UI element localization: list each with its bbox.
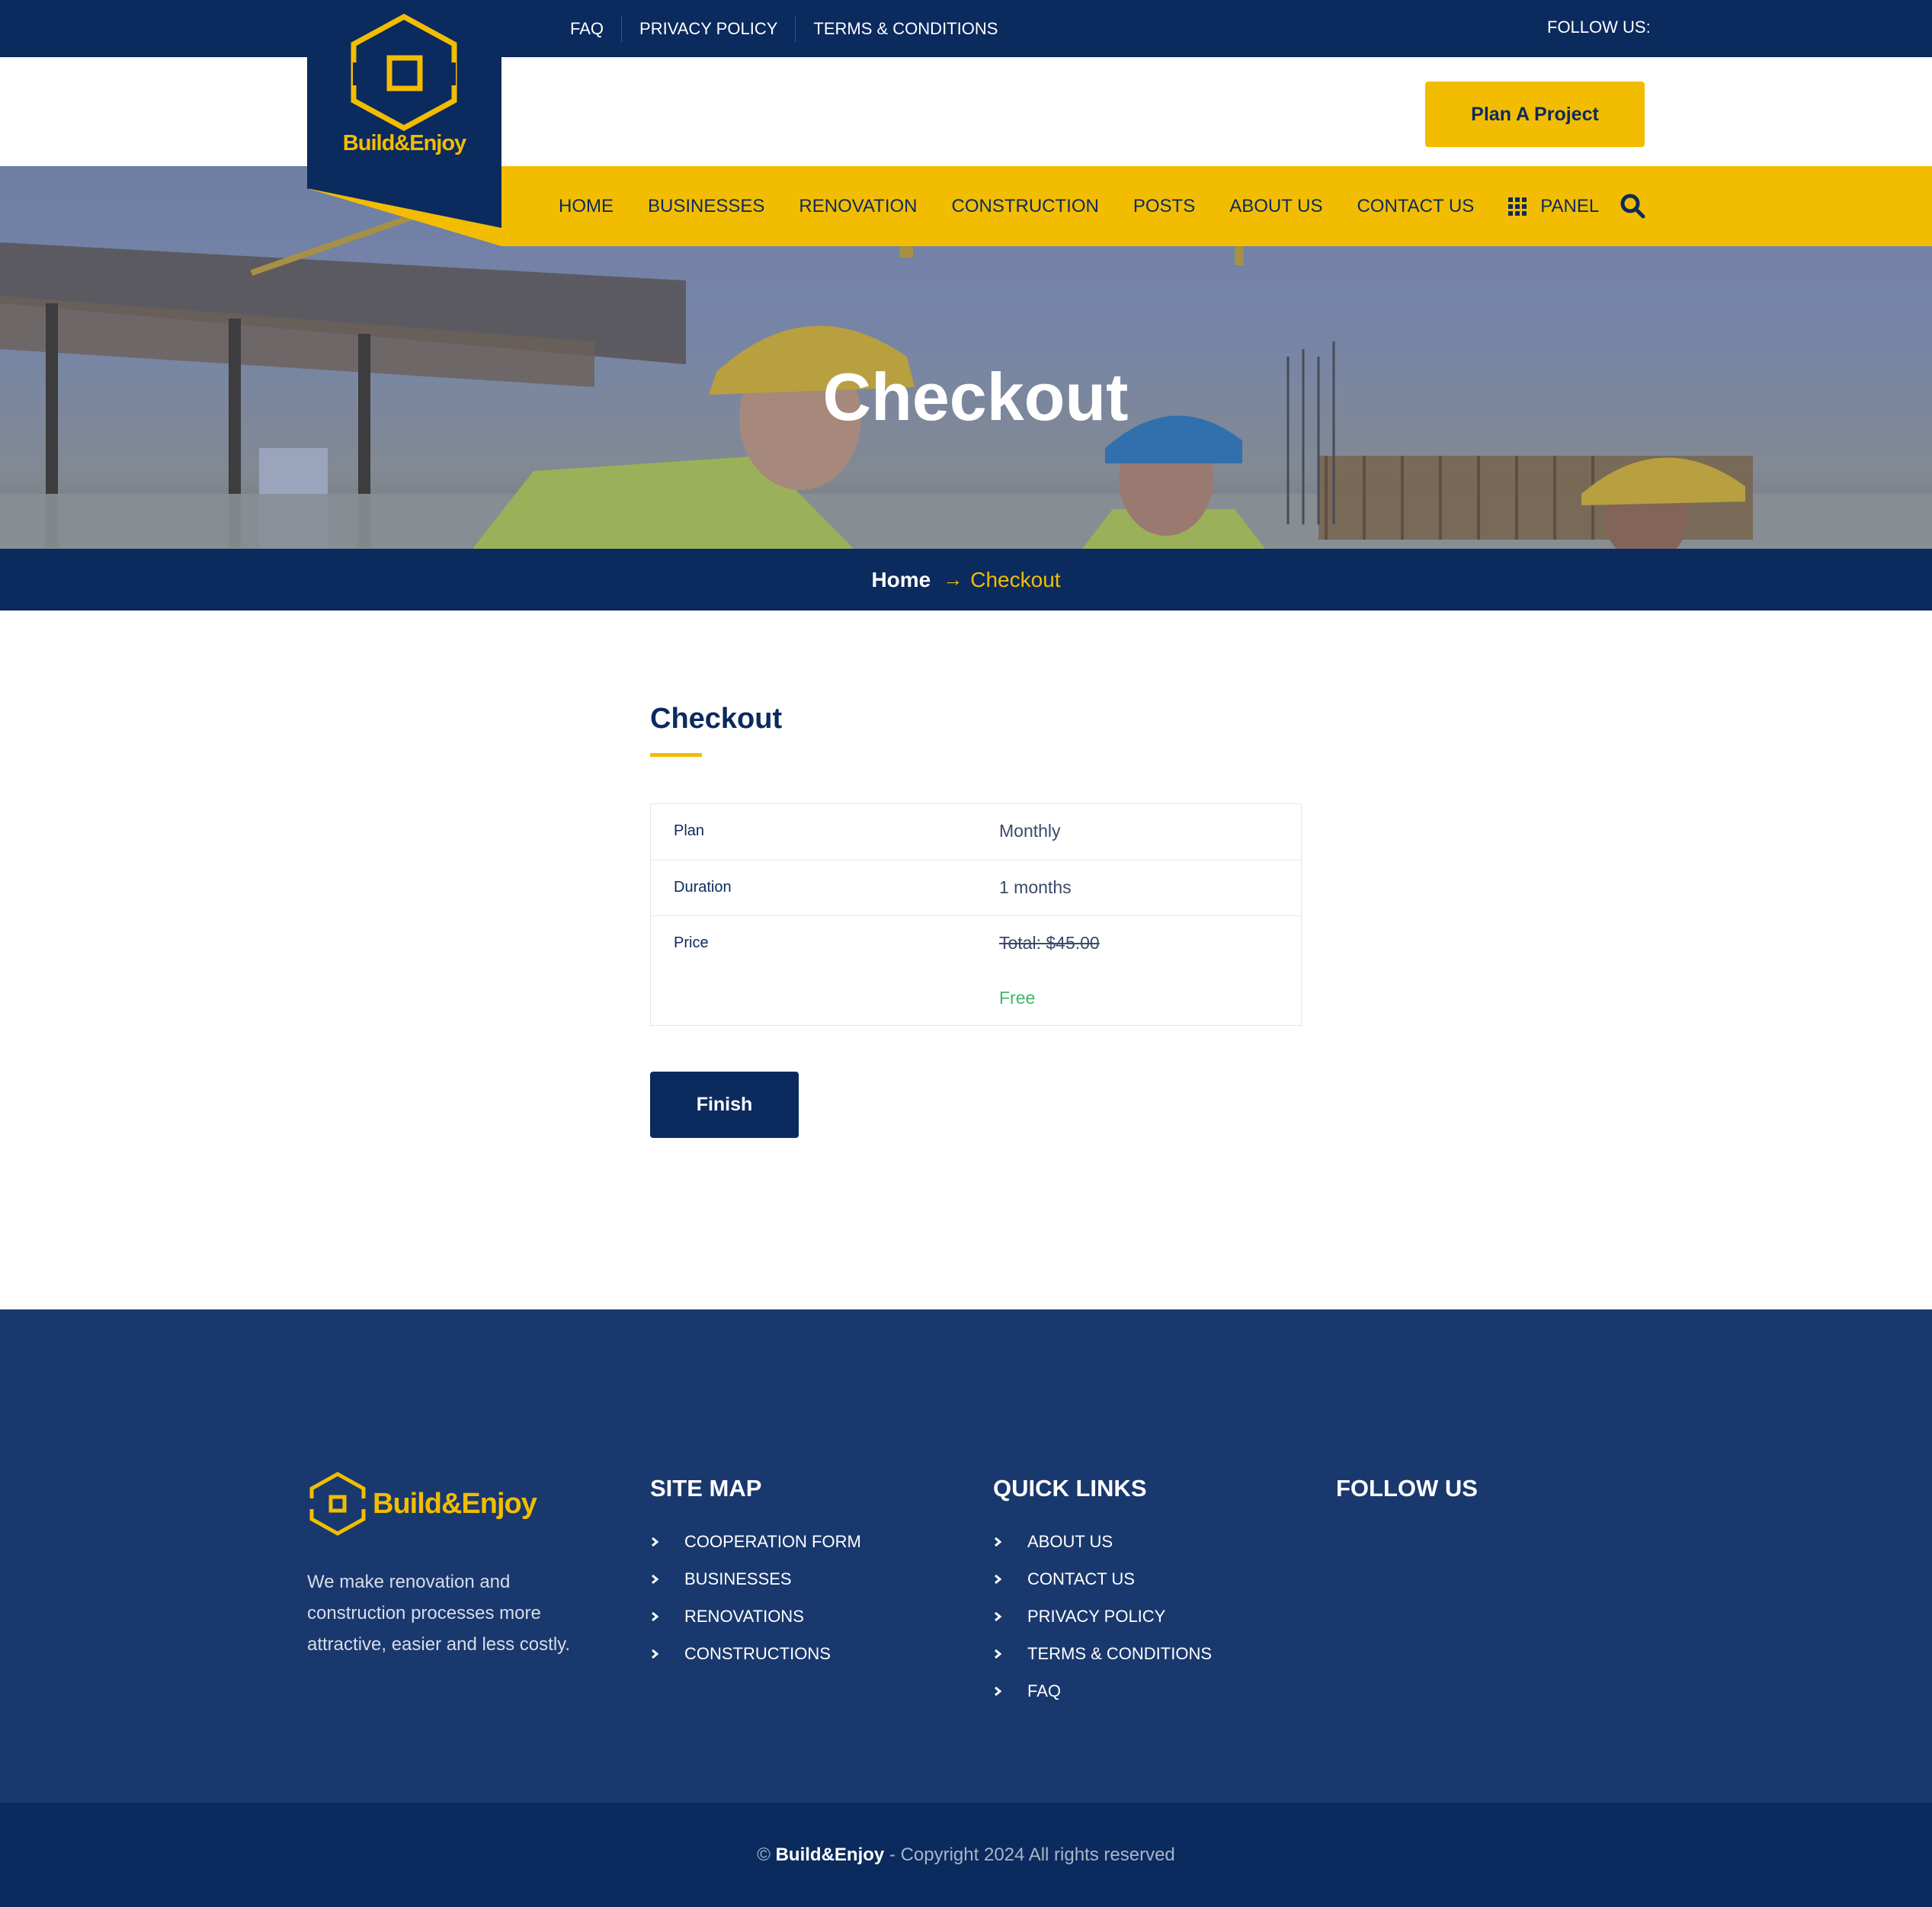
sitemap-list: COOPERATION FORM BUSINESSES RENOVATIONS … [650, 1523, 861, 1672]
quicklink-faq[interactable]: FAQ [993, 1672, 1212, 1710]
quicklink-label: TERMS & CONDITIONS [1027, 1643, 1213, 1663]
copyright-bar: © Build&Enjoy - Copyright 2024 All right… [0, 1803, 1932, 1907]
top-bar: FAQ PRIVACY POLICY TERMS & CONDITIONS FO… [0, 0, 1932, 57]
chevron-right-icon [995, 1574, 1002, 1584]
chevron-right-icon [652, 1649, 659, 1659]
nav-item-posts[interactable]: POSTS [1133, 196, 1195, 217]
sitemap-item-label: COOPERATION FORM [684, 1531, 861, 1551]
footer [0, 1309, 1932, 1803]
copyright-brand: Build&Enjoy [775, 1844, 885, 1865]
footer-logo[interactable]: Build&Enjoy [307, 1471, 537, 1537]
top-link-terms-conditions[interactable]: TERMS & CONDITIONS [795, 15, 1015, 42]
hexagon-house-icon [309, 1472, 367, 1536]
arrow-right-icon: → [943, 568, 963, 591]
quicklink-about-us[interactable]: ABOUT US [993, 1523, 1212, 1560]
row-label-price: Price [674, 934, 709, 951]
site-logo[interactable]: Build&Enjoy [307, 0, 501, 189]
chevron-right-icon [995, 1686, 1002, 1696]
title-underline [650, 753, 702, 757]
follow-us-label: FOLLOW US: [1547, 18, 1651, 37]
quicklink-label: FAQ [1027, 1681, 1062, 1700]
row-value-free: Free [999, 988, 1036, 1008]
logo-ribbon [307, 188, 582, 246]
checkout-summary-table: Plan Monthly Duration 1 months Price Tot… [650, 803, 1302, 1026]
row-value-plan: Monthly [999, 821, 1061, 841]
quicklink-label: CONTACT US [1027, 1569, 1135, 1588]
row-value-duration: 1 months [999, 877, 1072, 897]
chevron-right-icon [995, 1649, 1002, 1659]
nav-item-panel[interactable]: PANEL [1508, 196, 1599, 217]
plan-a-project-button[interactable]: Plan A Project [1425, 82, 1645, 147]
sitemap-item-label: BUSINESSES [684, 1569, 792, 1588]
checkout-title: Checkout [650, 703, 783, 735]
nav-item-renovation[interactable]: RENOVATION [799, 196, 917, 217]
nav-item-contact-us[interactable]: CONTACT US [1357, 196, 1474, 217]
quicklink-contact-us[interactable]: CONTACT US [993, 1560, 1212, 1598]
sitemap-item-constructions[interactable]: CONSTRUCTIONS [650, 1635, 861, 1672]
quicklinks-title: QUICK LINKS [993, 1475, 1147, 1502]
row-label-duration: Duration [674, 879, 732, 896]
hexagon-house-icon [351, 14, 457, 131]
search-icon[interactable] [1620, 193, 1645, 219]
chevron-right-icon [652, 1537, 659, 1546]
sitemap-item-cooperation-form[interactable]: COOPERATION FORM [650, 1523, 861, 1560]
main-nav: HOME BUSINESSES RENOVATION CONSTRUCTION … [501, 166, 1932, 246]
nav-item-construction[interactable]: CONSTRUCTION [952, 196, 1099, 217]
nav-item-businesses[interactable]: BUSINESSES [648, 196, 764, 217]
grid-icon [1508, 197, 1527, 216]
chevron-right-icon [652, 1611, 659, 1621]
sitemap-item-label: RENOVATIONS [684, 1606, 804, 1626]
copyright-text: - Copyright 2024 All rights reserved [889, 1844, 1175, 1865]
top-link-faq[interactable]: FAQ [553, 16, 621, 42]
breadcrumb-home[interactable]: Home [871, 568, 931, 592]
table-row-price: Price Total: $45.00 Free [651, 915, 1301, 1025]
nav-item-panel-label: PANEL [1540, 195, 1600, 216]
top-links: FAQ PRIVACY POLICY TERMS & CONDITIONS [553, 0, 1015, 57]
sitemap-item-renovations[interactable]: RENOVATIONS [650, 1598, 861, 1635]
sitemap-item-businesses[interactable]: BUSINESSES [650, 1560, 861, 1598]
chevron-right-icon [995, 1537, 1002, 1546]
chevron-right-icon [995, 1611, 1002, 1621]
quicklink-privacy-policy[interactable]: PRIVACY POLICY [993, 1598, 1212, 1635]
table-row-plan: Plan Monthly [651, 804, 1301, 860]
quicklink-label: PRIVACY POLICY [1027, 1606, 1166, 1626]
copyright-symbol: © [757, 1844, 771, 1865]
sitemap-item-label: CONSTRUCTIONS [684, 1643, 831, 1663]
top-link-privacy-policy[interactable]: PRIVACY POLICY [621, 15, 795, 42]
quicklink-label: ABOUT US [1027, 1531, 1113, 1551]
chevron-right-icon [652, 1574, 659, 1584]
footer-logo-wordmark: Build&Enjoy [373, 1487, 537, 1520]
quicklink-terms-conditions[interactable]: TERMS & CONDITIONS [993, 1635, 1212, 1672]
sitemap-title: SITE MAP [650, 1475, 762, 1502]
breadcrumb-current: Checkout [970, 567, 1061, 591]
logo-wordmark: Build&Enjoy [342, 131, 466, 155]
row-label-plan: Plan [674, 822, 705, 839]
finish-button[interactable]: Finish [650, 1072, 799, 1138]
quicklinks-list: ABOUT US CONTACT US PRIVACY POLICY TERMS… [993, 1523, 1212, 1710]
footer-description: We make renovation and construction proc… [307, 1572, 571, 1655]
row-value-total-price: Total: $45.00 [999, 933, 1100, 953]
hero-title: Checkout [822, 359, 1129, 434]
table-row-duration: Duration 1 months [651, 860, 1301, 915]
breadcrumb: Home → Checkout [0, 549, 1932, 611]
footer-follow-title: FOLLOW US [1336, 1475, 1478, 1502]
nav-item-about-us[interactable]: ABOUT US [1229, 196, 1322, 217]
